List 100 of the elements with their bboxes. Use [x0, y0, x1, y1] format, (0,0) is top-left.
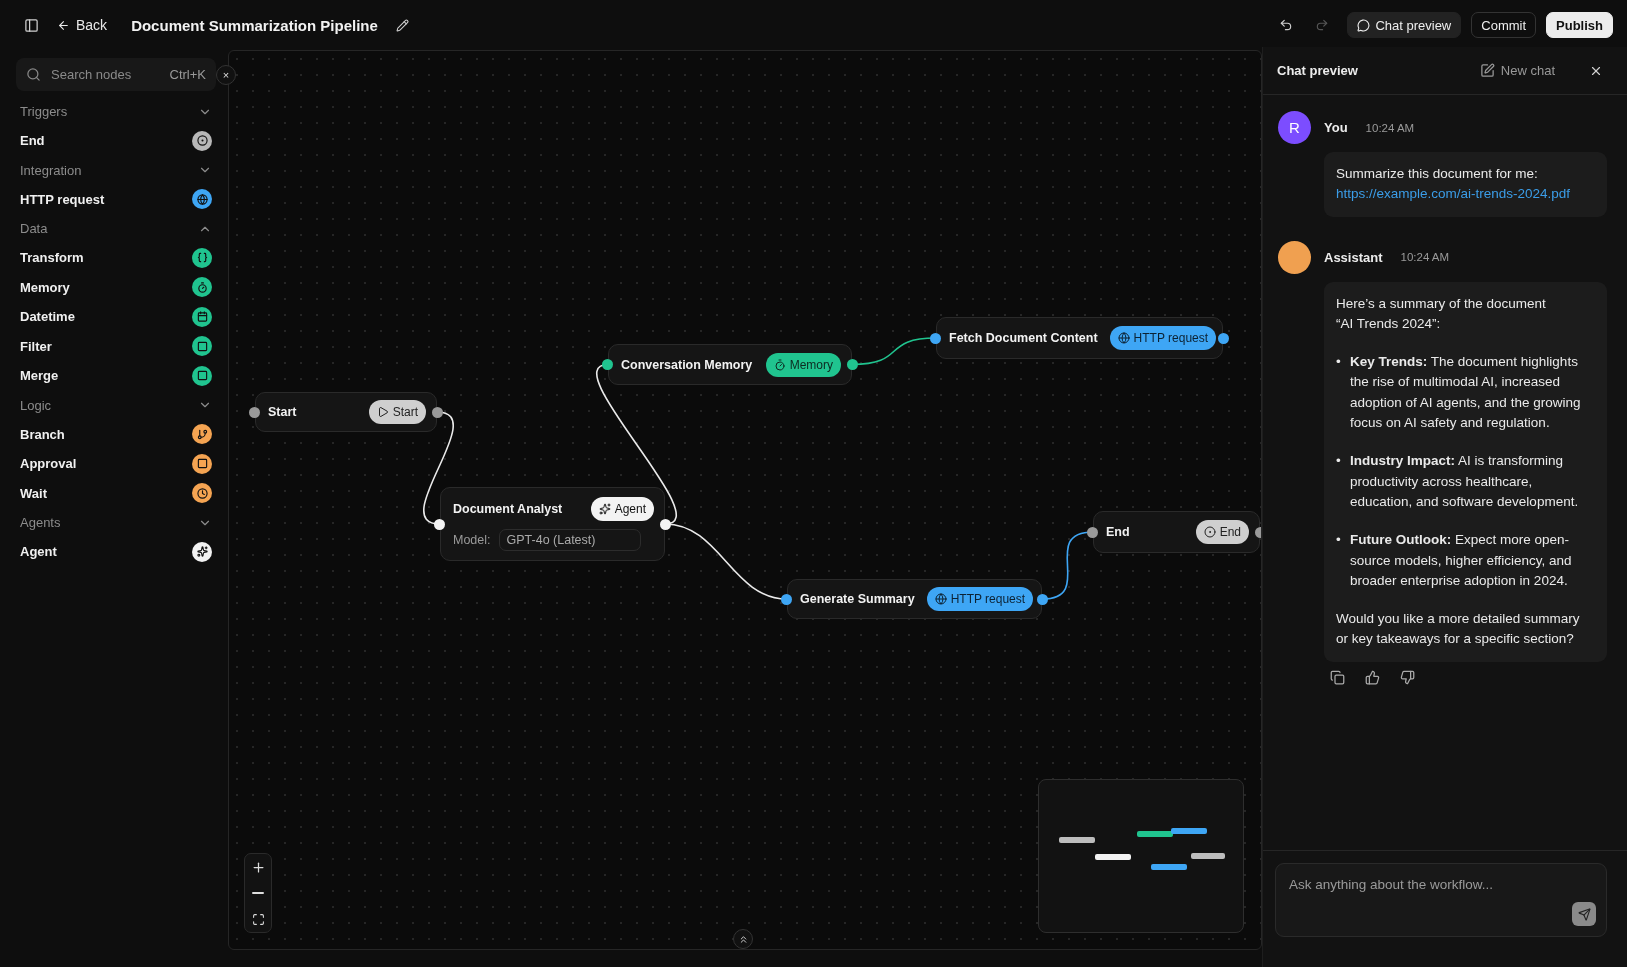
chat-preview-button[interactable]: Chat preview [1347, 12, 1462, 38]
assistant-avatar [1278, 240, 1311, 274]
document-link[interactable]: https://example.com/ai-trends-2024.pdf [1336, 186, 1571, 202]
chat-bubble-icon [1357, 18, 1371, 32]
fit-view-icon [251, 912, 265, 926]
node-type-badge: HTTP request [1109, 326, 1217, 350]
node-palette-item[interactable]: HTTP request [16, 184, 216, 214]
minimap-node [1095, 854, 1131, 860]
back-link[interactable]: Back [57, 17, 108, 33]
globe-icon [934, 593, 947, 605]
node-palette-item[interactable]: Transform [16, 243, 216, 273]
input-handle[interactable] [602, 359, 613, 370]
node-type-badge: End [1195, 520, 1249, 544]
author-name: You [1324, 120, 1348, 135]
message-time: 10:24 AM [1365, 121, 1415, 134]
minimap[interactable] [1038, 779, 1244, 933]
group-label: Data [20, 221, 48, 236]
commit-button[interactable]: Commit [1471, 12, 1537, 38]
summary-point: Industry Impact: AI is transforming productivity across healthcare, education, and software development. [1350, 452, 1580, 511]
message-text: Summarize this document for me: [1336, 165, 1539, 183]
minimap-node [1191, 853, 1225, 859]
input-handle[interactable] [930, 332, 941, 344]
thumbs-down-icon[interactable] [1400, 669, 1415, 685]
expand-panel-button[interactable] [733, 929, 753, 949]
message-text: Would you like a more detailed summary or key takeaways for a specific section? [1336, 610, 1581, 649]
node-title: Document Analyst [453, 502, 563, 516]
model-select[interactable]: GPT-4o (Latest) [498, 529, 641, 551]
bullet-marker: • [1336, 452, 1342, 471]
compose-icon [1479, 63, 1495, 78]
workflow-node[interactable]: Start Start [255, 392, 437, 432]
plus-icon [250, 859, 266, 875]
input-handle[interactable] [1087, 526, 1098, 538]
search-bar[interactable]: Search nodes Ctrl+K [16, 58, 216, 91]
node-palette-item[interactable]: Memory [16, 272, 216, 302]
input-handle[interactable] [434, 518, 445, 530]
shortcut-hint: Ctrl+K [169, 67, 206, 82]
thumbs-up-icon[interactable] [1365, 669, 1380, 685]
globe-icon [1117, 332, 1130, 344]
node-title: Fetch Document Content [949, 331, 1098, 345]
output-handle[interactable] [847, 359, 858, 370]
panel-title: Chat preview [1277, 63, 1359, 78]
node-palette-item[interactable]: Branch [16, 419, 216, 449]
group-label: Logic [20, 397, 52, 413]
new-chat-button[interactable]: New chat [1479, 63, 1555, 78]
timer-icon [773, 358, 786, 371]
output-handle[interactable] [1037, 593, 1048, 605]
node-palette-item[interactable]: Merge [16, 361, 216, 391]
output-handle[interactable] [660, 518, 671, 530]
workflow-node[interactable]: Document Analyst Agent Model: GPT-4o (Latest) [440, 487, 665, 561]
node-type-badge: Agent [590, 497, 654, 521]
node-palette-item[interactable]: Wait [16, 478, 216, 508]
node-title: Generate Summary [800, 592, 915, 606]
node-palette-item[interactable]: Agent [16, 537, 216, 567]
output-handle[interactable] [1218, 332, 1229, 344]
minimap-node [1059, 837, 1095, 843]
workflow-node[interactable]: End End [1093, 511, 1260, 553]
node-type-badge: HTTP request [926, 587, 1034, 611]
input-handle[interactable] [249, 406, 260, 418]
node-title: End [1106, 525, 1130, 539]
bullet-marker: • [1336, 531, 1342, 550]
minus-icon [252, 892, 264, 894]
minimap-node [1151, 864, 1187, 870]
workflow-canvas[interactable]: Start Start Document Analyst Agent Model: GPT-4o (Latest) Conversation Memory Memory Fetch Document Content HTTP request Generate Summary HTTP request End End [228, 50, 1262, 950]
workflow-node[interactable]: Conversation Memory Memory [608, 344, 852, 385]
copy-icon[interactable] [1330, 669, 1345, 685]
arrow-left-icon [57, 18, 70, 32]
summary-point: Future Outlook: Expect more open-source models, higher efficiency, and broader enterprise adoption in 2024. [1350, 531, 1573, 590]
node-type-badge: Start [368, 400, 426, 424]
send-button[interactable] [1572, 902, 1596, 926]
bullet-marker: • [1336, 353, 1342, 372]
search-field[interactable]: Search nodes [49, 66, 162, 83]
close-button[interactable]: × [216, 65, 236, 85]
model-label: Model: [453, 533, 491, 547]
node-palette-item[interactable]: Filter [16, 331, 216, 361]
node-type-badge: Memory [765, 352, 841, 377]
workflow-node[interactable]: Fetch Document Content HTTP request [936, 317, 1223, 359]
node-title: Conversation Memory [621, 357, 753, 372]
node-palette-item[interactable]: End [16, 126, 216, 156]
message-text: Here’s a summary of the document [1336, 294, 1547, 313]
send-icon [1577, 907, 1591, 921]
group-label: Triggers [20, 104, 68, 119]
node-title: Start [268, 405, 297, 419]
user-avatar: R [1278, 111, 1311, 144]
publish-button[interactable]: Publish [1546, 12, 1613, 38]
search-icon [26, 67, 41, 82]
output-handle[interactable] [432, 406, 443, 418]
node-palette-item[interactable]: Datetime [16, 302, 216, 332]
message-text: “AI Trends 2024”: [1336, 314, 1442, 333]
node-palette-item[interactable]: Approval [16, 449, 216, 479]
group-label: Agents [20, 515, 61, 530]
workflow-node[interactable]: Generate Summary HTTP request [787, 579, 1042, 619]
author-name: Assistant [1324, 249, 1383, 265]
group-label: Integration [20, 162, 82, 178]
sparkles-icon [598, 503, 611, 515]
message-time: 10:24 AM [1400, 251, 1450, 264]
circle-dot-icon [1203, 526, 1216, 538]
play-icon [376, 406, 389, 418]
input-handle[interactable] [781, 593, 792, 605]
workflow-title: Document Summarization Pipeline [131, 16, 378, 34]
chat-input[interactable]: Ask anything about the workflow... [1287, 876, 1564, 893]
